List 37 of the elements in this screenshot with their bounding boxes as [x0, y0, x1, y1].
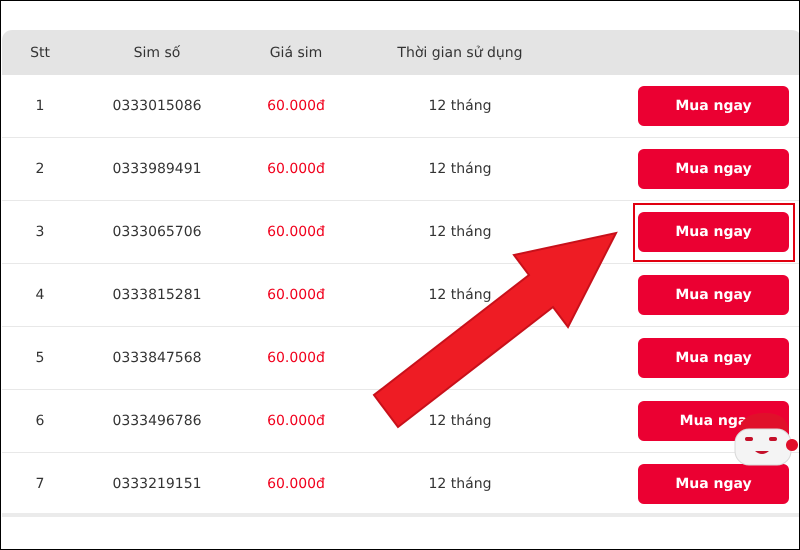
phone-number: 0333496786	[112, 413, 202, 429]
duration: 12 tháng	[428, 98, 492, 114]
row-number: 3	[36, 224, 44, 240]
row-number: 4	[36, 287, 44, 303]
column-header: Sim số	[134, 44, 180, 60]
phone-number: 0333065706	[112, 224, 202, 240]
price: 60.000đ	[267, 476, 325, 492]
column-header: Giá sim	[270, 44, 322, 60]
row-number: 2	[36, 161, 44, 177]
price: 60.000đ	[267, 287, 325, 303]
buy-button[interactable]: Mua ngay	[638, 86, 789, 126]
row-number: 5	[36, 350, 44, 366]
row-number: 7	[36, 476, 44, 492]
price: 60.000đ	[267, 350, 325, 366]
price: 60.000đ	[267, 161, 325, 177]
duration: 12 tháng	[428, 476, 492, 492]
phone-number: 0333015086	[112, 98, 202, 114]
buy-button[interactable]: Mua ngay	[638, 275, 789, 315]
row-number: 1	[36, 98, 44, 114]
price: 60.000đ	[267, 413, 325, 429]
buy-button[interactable]: Mua ngay	[638, 338, 789, 378]
phone-number: 0333847568	[112, 350, 202, 366]
buy-button[interactable]: Mua ngay	[638, 212, 789, 252]
buy-button[interactable]: Mua ngay	[638, 149, 789, 189]
duration: 12 tháng	[428, 224, 492, 240]
phone-number: 0333989491	[112, 161, 202, 177]
column-header: Stt	[30, 44, 50, 60]
phone-number: 0333219151	[112, 476, 202, 492]
price: 60.000đ	[267, 98, 325, 114]
phone-number: 0333815281	[112, 287, 202, 303]
duration: 12 tháng	[428, 413, 492, 429]
duration: 12 tháng	[428, 287, 492, 303]
price: 60.000đ	[267, 224, 325, 240]
row-number: 6	[36, 413, 44, 429]
buy-button[interactable]: Mua ngay	[638, 464, 789, 504]
column-header: Thời gian sử dụng	[397, 44, 523, 60]
duration: 12 tháng	[428, 161, 492, 177]
